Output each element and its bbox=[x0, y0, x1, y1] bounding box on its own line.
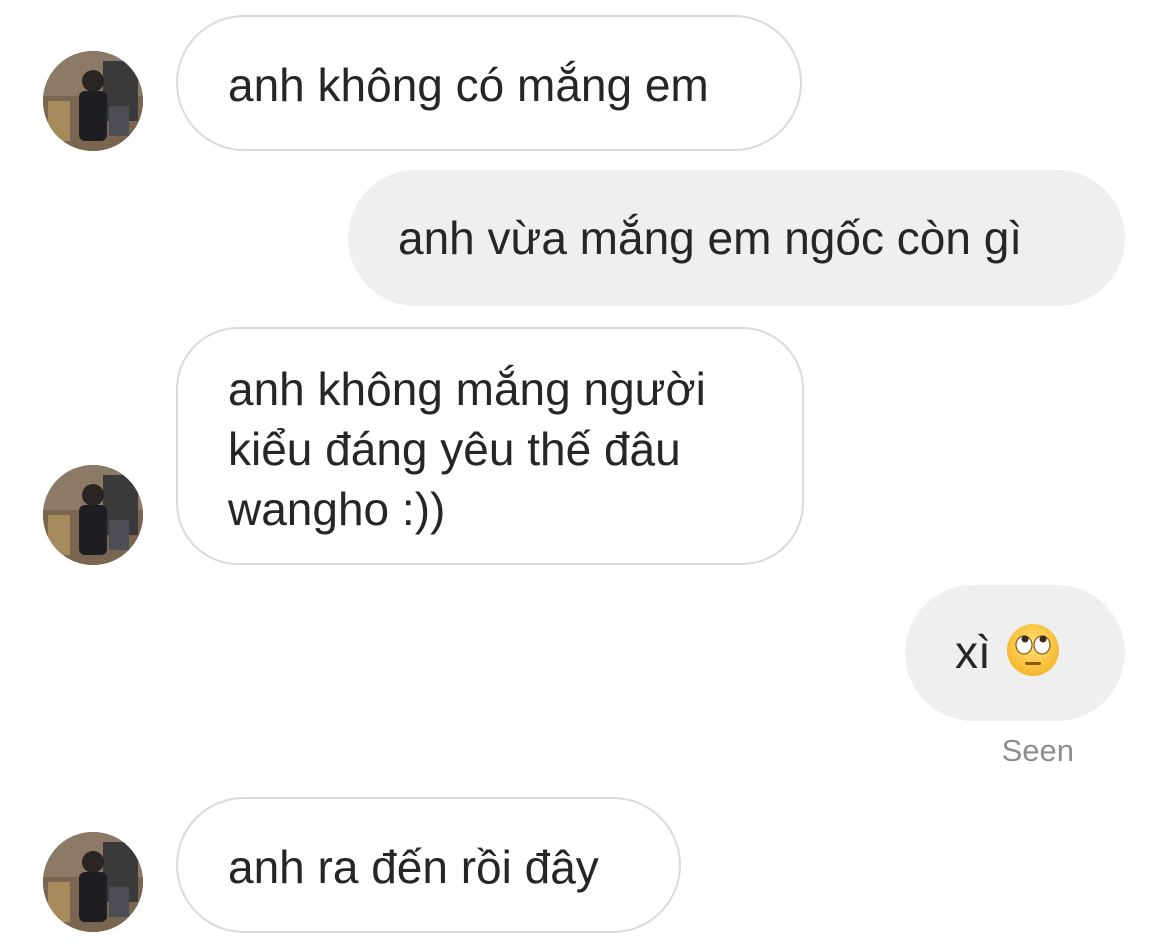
message-bubble-incoming[interactable]: anh ra đến rồi đây bbox=[176, 797, 681, 933]
message-text-line: kiểu đáng yêu thế đâu bbox=[228, 423, 681, 475]
message-text-line: wangho :)) bbox=[228, 483, 446, 535]
message-text: xì bbox=[955, 626, 991, 678]
message-text: anh ra đến rồi đây bbox=[228, 841, 599, 893]
seen-status: Seen bbox=[1001, 733, 1074, 768]
message-text-line: anh không mắng người bbox=[228, 363, 706, 415]
message-text: anh không có mắng em bbox=[228, 59, 709, 111]
avatar[interactable] bbox=[43, 51, 143, 151]
message-text: anh vừa mắng em ngốc còn gì bbox=[398, 212, 1023, 264]
message-bubble-incoming[interactable]: anh không mắng người kiểu đáng yêu thế đ… bbox=[176, 327, 804, 565]
message-bubble-outgoing[interactable]: anh vừa mắng em ngốc còn gì bbox=[348, 170, 1125, 306]
avatar[interactable] bbox=[43, 832, 143, 932]
avatar[interactable] bbox=[43, 465, 143, 565]
message-bubble-outgoing[interactable]: xì bbox=[905, 585, 1125, 721]
eye-roll-emoji-icon bbox=[1005, 622, 1061, 678]
message-bubble-incoming[interactable]: anh không có mắng em bbox=[176, 15, 802, 151]
